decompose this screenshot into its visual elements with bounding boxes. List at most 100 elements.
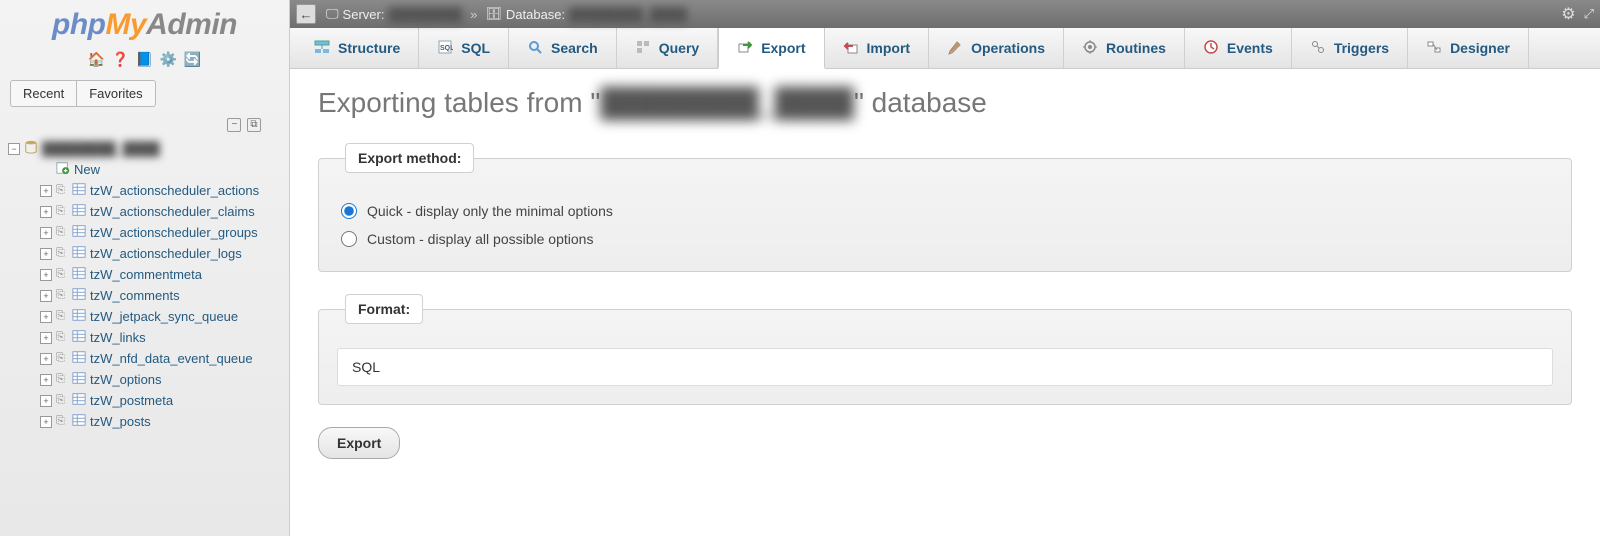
table-row[interactable]: + ⎘ tzW_actionscheduler_claims: [36, 201, 289, 222]
table-row[interactable]: +⎘tzW_nfd_data_event_queue: [36, 348, 289, 369]
new-label: New: [74, 162, 100, 177]
plus-icon[interactable]: +: [40, 185, 52, 197]
table-link-icon[interactable]: ⎘: [56, 310, 68, 323]
table-row[interactable]: +⎘tzW_actionscheduler_actions: [36, 180, 289, 201]
tab-import[interactable]: Import: [825, 28, 930, 68]
main-tabs: Structure SQLSQL Search Query Export Import Op…: [290, 28, 1600, 69]
back-button[interactable]: ←: [296, 4, 316, 24]
table-link-icon[interactable]: ⎘: [56, 205, 68, 218]
table-row[interactable]: +⎘tzW_commentmeta: [36, 264, 289, 285]
table-icon: [72, 371, 86, 388]
table-row[interactable]: + ⎘ tzW_links: [36, 327, 289, 348]
radio-quick[interactable]: [341, 203, 357, 219]
server-icon: 🖵: [326, 6, 339, 22]
tab-label: Structure: [338, 40, 400, 56]
plus-icon[interactable]: +: [40, 269, 52, 281]
table-link-icon[interactable]: ⎘: [56, 289, 68, 302]
plus-icon[interactable]: +: [40, 290, 52, 302]
table-row[interactable]: +⎘tzW_jetpack_sync_queue: [36, 306, 289, 327]
table-name: tzW_links: [90, 330, 146, 345]
recent-button[interactable]: Recent: [10, 80, 77, 107]
tab-label: Query: [659, 40, 699, 56]
reload-icon[interactable]: 🔄: [184, 50, 202, 68]
logo-my: My: [105, 8, 146, 41]
plus-icon[interactable]: +: [40, 311, 52, 323]
tab-label: Search: [551, 40, 598, 56]
table-link-icon[interactable]: ⎘: [56, 226, 68, 239]
table-link-icon[interactable]: ⎘: [56, 268, 68, 281]
home-icon[interactable]: 🏠: [88, 50, 106, 68]
plus-icon[interactable]: +: [40, 248, 52, 260]
tree-db-root[interactable]: − ████████_████: [4, 138, 289, 159]
collapse-all-icon[interactable]: −: [227, 118, 241, 132]
sql-icon: SQL: [437, 39, 453, 58]
tab-label: Export: [761, 40, 805, 56]
table-row[interactable]: + ⎘ tzW_comments: [36, 285, 289, 306]
radio-custom[interactable]: [341, 231, 357, 247]
format-value: SQL: [352, 359, 380, 375]
structure-icon: [314, 39, 330, 58]
table-row[interactable]: + ⎘ tzW_actionscheduler_groups: [36, 222, 289, 243]
table-icon: [72, 329, 86, 346]
export-button[interactable]: Export: [318, 427, 400, 459]
search-icon: [527, 39, 543, 58]
tab-label: Import: [867, 40, 911, 56]
link-icon[interactable]: ⧉: [247, 118, 261, 132]
operations-icon: [947, 39, 963, 58]
tab-triggers[interactable]: Triggers: [1292, 28, 1408, 68]
plus-icon[interactable]: +: [40, 395, 52, 407]
doc-icon[interactable]: 📘: [136, 50, 154, 68]
title-dbname: ████████_████: [600, 87, 854, 118]
svg-text:SQL: SQL: [440, 45, 453, 52]
plus-icon[interactable]: +: [40, 206, 52, 218]
title-suffix: " database: [854, 87, 987, 118]
table-row[interactable]: + ⎘ tzW_posts: [36, 411, 289, 432]
routines-icon: [1082, 39, 1098, 58]
plus-icon[interactable]: +: [40, 332, 52, 344]
plus-icon[interactable]: +: [40, 416, 52, 428]
help-icon[interactable]: ❓: [112, 50, 130, 68]
table-row[interactable]: +⎘tzW_postmeta: [36, 390, 289, 411]
breadcrumb-separator: »: [470, 7, 477, 22]
logo[interactable]: phpMyAdmin: [0, 0, 289, 46]
table-link-icon[interactable]: ⎘: [56, 247, 68, 260]
plus-icon[interactable]: +: [40, 374, 52, 386]
table-name: tzW_actionscheduler_claims: [90, 204, 255, 219]
gear-icon[interactable]: ⚙: [1561, 4, 1575, 24]
table-link-icon[interactable]: ⎘: [56, 373, 68, 386]
table-link-icon[interactable]: ⎘: [56, 331, 68, 344]
tab-sql[interactable]: SQLSQL: [419, 28, 509, 68]
table-icon: [72, 287, 86, 304]
server-value[interactable]: ████████: [388, 7, 462, 22]
tab-search[interactable]: Search: [509, 28, 617, 68]
favorites-button[interactable]: Favorites: [77, 80, 155, 107]
panel-toggle-icon[interactable]: ⤢: [1584, 6, 1594, 22]
table-row[interactable]: +⎘tzW_actionscheduler_logs: [36, 243, 289, 264]
tab-operations[interactable]: Operations: [929, 28, 1064, 68]
format-select[interactable]: SQL: [337, 348, 1553, 386]
tree-new-table[interactable]: New: [52, 159, 289, 180]
table-link-icon[interactable]: ⎘: [56, 352, 68, 365]
table-link-icon[interactable]: ⎘: [56, 415, 68, 428]
radio-quick-row[interactable]: Quick - display only the minimal options: [337, 197, 1553, 225]
table-name: tzW_posts: [90, 414, 151, 429]
tab-events[interactable]: Events: [1185, 28, 1292, 68]
database-value[interactable]: ████████_████: [569, 7, 687, 22]
tab-structure[interactable]: Structure: [296, 28, 419, 68]
plus-icon[interactable]: +: [40, 353, 52, 365]
table-link-icon[interactable]: ⎘: [56, 184, 68, 197]
table-name: tzW_actionscheduler_groups: [90, 225, 258, 240]
radio-custom-row[interactable]: Custom - display all possible options: [337, 225, 1553, 253]
table-row[interactable]: +⎘tzW_options: [36, 369, 289, 390]
settings-icon[interactable]: ⚙️: [160, 50, 178, 68]
minus-icon[interactable]: −: [8, 143, 20, 155]
tab-designer[interactable]: Designer: [1408, 28, 1529, 68]
table-icon: [72, 245, 86, 262]
tab-export[interactable]: Export: [718, 28, 824, 69]
plus-icon[interactable]: +: [40, 227, 52, 239]
tab-routines[interactable]: Routines: [1064, 28, 1185, 68]
tab-query[interactable]: Query: [617, 28, 718, 68]
table-name: tzW_comments: [90, 288, 180, 303]
table-link-icon[interactable]: ⎘: [56, 394, 68, 407]
logo-php: php: [52, 8, 105, 41]
